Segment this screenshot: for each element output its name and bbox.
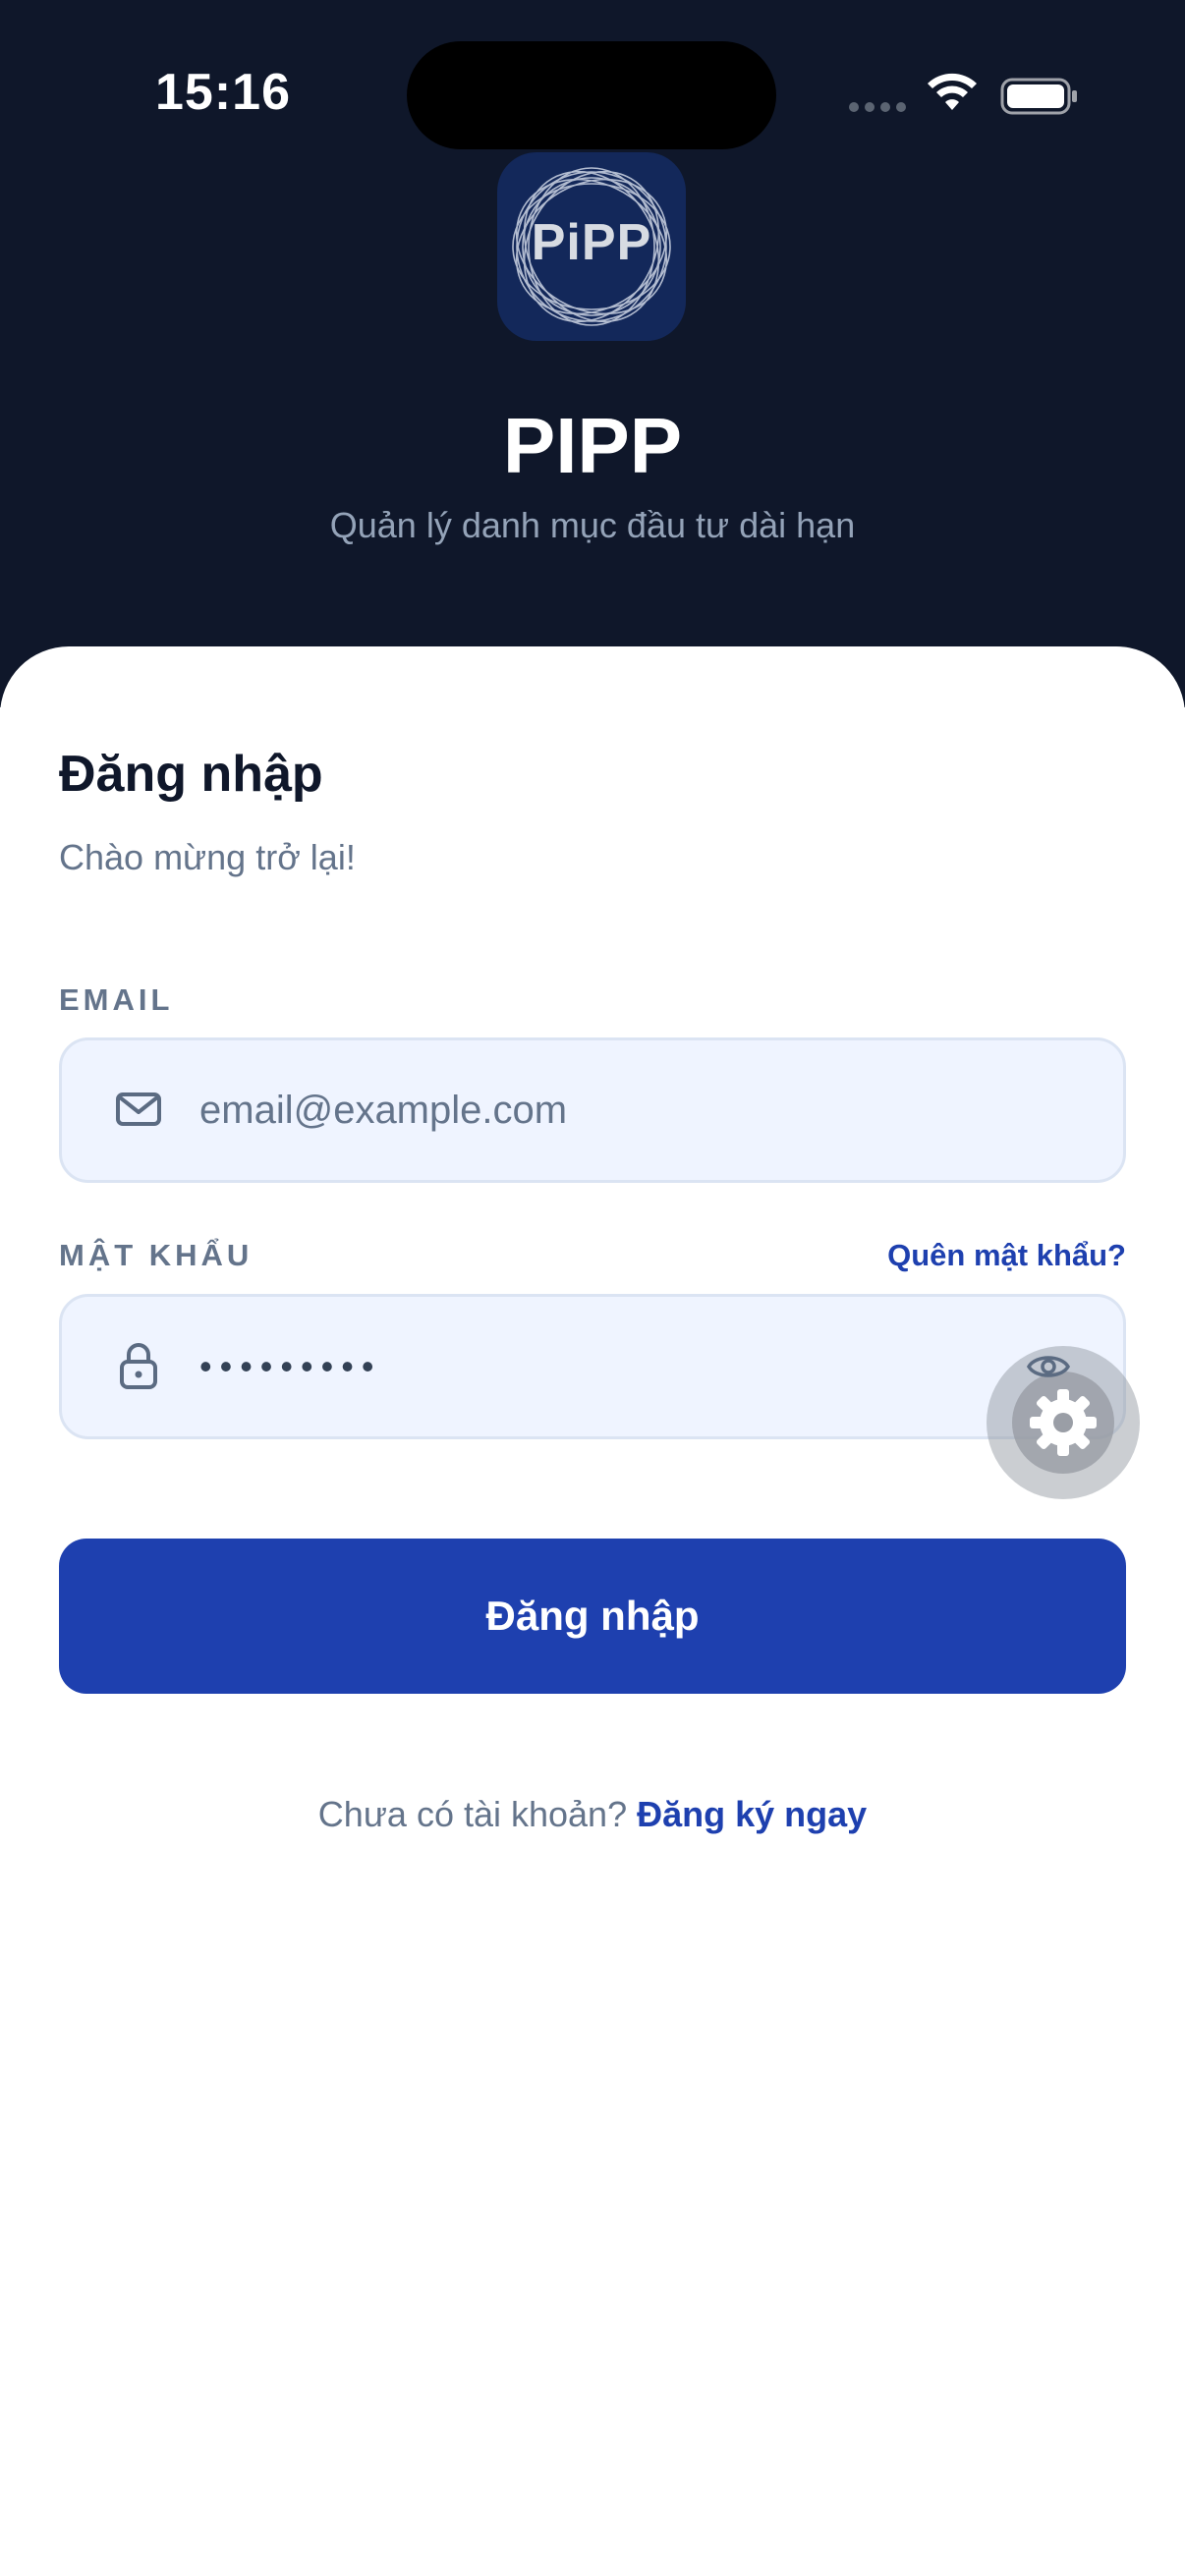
status-time: 15:16	[155, 64, 291, 121]
app-logo: PiPP	[497, 152, 686, 341]
wifi-icon	[928, 73, 977, 110]
email-field-container[interactable]	[59, 1037, 1126, 1183]
dynamic-island	[407, 41, 776, 149]
login-button[interactable]: Đăng nhập	[59, 1539, 1126, 1694]
gear-icon	[1030, 1389, 1097, 1456]
login-subtitle: Chào mừng trở lại!	[59, 837, 356, 877]
email-input[interactable]	[199, 1068, 1064, 1152]
mail-icon	[116, 1092, 161, 1126]
app-tagline: Quản lý danh mục đầu tư dài hạn	[329, 505, 856, 545]
email-label: EMAIL	[59, 982, 174, 1017]
login-screen: 15:16 PiPP PIPP Quản lý danh mục đầu tư …	[0, 0, 1185, 2576]
signup-prompt: Chưa có tài khoản?	[317, 1794, 628, 1834]
app-header: 15:16 PiPP PIPP Quản lý danh mục đầu tư …	[0, 0, 1185, 707]
forgot-password-link[interactable]: Quên mật khẩu?	[887, 1238, 1126, 1273]
password-field-container[interactable]	[59, 1294, 1126, 1439]
signup-row: Chưa có tài khoản? Đăng ký ngay	[0, 1794, 1185, 1835]
lock-icon	[120, 1343, 157, 1389]
logo-text: PiPP	[531, 214, 652, 271]
cellular-signal-icon	[849, 102, 906, 112]
password-label: MẬT KHẨU	[59, 1238, 254, 1272]
password-input[interactable]	[199, 1324, 1064, 1409]
login-title: Đăng nhập	[59, 746, 323, 803]
battery-icon	[1000, 78, 1077, 115]
signup-link[interactable]: Đăng ký ngay	[637, 1794, 867, 1834]
app-name: PIPP	[502, 402, 683, 489]
eye-icon[interactable]	[1026, 1350, 1071, 1383]
